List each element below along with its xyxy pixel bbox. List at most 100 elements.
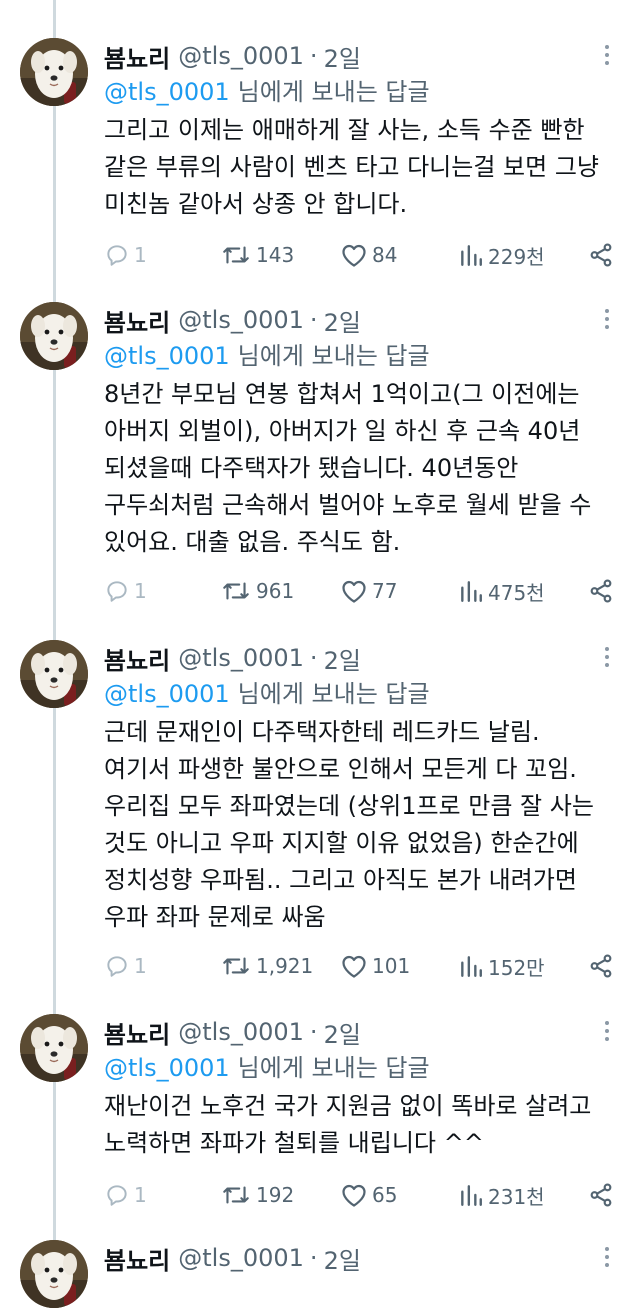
avatar[interactable]: [20, 302, 88, 370]
retweet-count: 961: [256, 579, 295, 603]
share-button[interactable]: [588, 574, 618, 608]
views-count: 152만: [488, 955, 545, 980]
tweet-text-line: 아버지 외벌이), 아버지가 일 하신 후 근속 40년: [104, 417, 581, 445]
timestamp[interactable]: 2일: [324, 303, 361, 338]
retweet-button[interactable]: 143: [220, 238, 294, 272]
avatar[interactable]: [20, 38, 88, 106]
timestamp[interactable]: 2일: [324, 1015, 361, 1050]
tweet-text-line: 되셨을때 다주택자가 됐습니다. 40년동안: [104, 454, 519, 482]
tweet-text: 8년간 부모님 연봉 합쳐서 1억이고(그 이전에는 아버지 외벌이), 아버지…: [104, 376, 618, 561]
display-name[interactable]: 뵴뇨리: [104, 303, 170, 338]
like-button[interactable]: 77: [340, 574, 397, 608]
display-name[interactable]: 뵴뇨리: [104, 1015, 170, 1050]
reply-suffix: 님에게 보내는 답글: [237, 342, 430, 370]
reply-icon: [107, 581, 127, 602]
retweet-icon: [223, 246, 249, 264]
share-button[interactable]: [588, 238, 618, 272]
reply-count: 1: [134, 1183, 147, 1207]
user-handle[interactable]: @tls_0001: [178, 306, 304, 334]
tweet-text-line: 8년간 부모님 연봉 합쳐서 1억이고(그 이전에는: [104, 380, 580, 408]
timestamp[interactable]: 2일: [324, 39, 361, 74]
retweet-button[interactable]: 192: [220, 1178, 294, 1212]
retweet-count: 1,921: [256, 954, 314, 978]
reply-icon: [107, 1185, 127, 1206]
replying-to: @tls_0001 님에게 보내는 답글: [104, 74, 618, 110]
timestamp[interactable]: 2일: [324, 641, 361, 676]
reply-count: 1: [134, 954, 147, 978]
reply-mention-link[interactable]: @tls_0001: [104, 78, 230, 106]
reply-count: 1: [134, 243, 147, 267]
user-handle[interactable]: @tls_0001: [178, 644, 304, 672]
separator: ·: [309, 42, 318, 70]
like-icon: [342, 244, 366, 267]
reply-button[interactable]: 1: [104, 949, 147, 983]
avatar[interactable]: [20, 1014, 88, 1082]
avatar[interactable]: [20, 1240, 88, 1308]
tweet-text-line: 구두쇠처럼 근속해서 벌어야 노후로 월세 받을 수: [104, 491, 592, 519]
display-name[interactable]: 뵴뇨리: [104, 641, 170, 676]
replying-to: @tls_0001 님에게 보내는 답글: [104, 676, 618, 712]
reply-mention-link[interactable]: @tls_0001: [104, 680, 230, 708]
like-count: 77: [372, 579, 398, 603]
reply-button[interactable]: 1: [104, 1178, 147, 1212]
reply-button[interactable]: 1: [104, 238, 147, 272]
reply-count: 1: [134, 579, 147, 603]
tweet-text-line: 재난이건 노후건 국가 지원금 없이 똑바로 살려고: [104, 1092, 592, 1120]
share-button[interactable]: [588, 1178, 618, 1212]
tweet-text: 그리고 이제는 애매하게 잘 사는, 소득 수준 빤한 같은 부류의 사람이 벤…: [104, 112, 618, 223]
retweet-button[interactable]: 1,921: [220, 949, 313, 983]
reply-mention-link[interactable]: @tls_0001: [104, 342, 230, 370]
display-name[interactable]: 뵴뇨리: [104, 39, 170, 74]
tweet-text-line: 노력하면 좌파가 철퇴를 내립니다 ^^: [104, 1129, 484, 1157]
share-icon: [590, 954, 612, 978]
dog-avatar-icon: [20, 640, 88, 708]
share-button[interactable]: [588, 949, 618, 983]
retweet-count: 143: [256, 243, 295, 267]
action-bar: 1 961 77 475천: [104, 574, 618, 608]
tweet-header: 뵴뇨리 @tls_0001 · 2일: [104, 640, 618, 676]
like-count: 84: [372, 243, 398, 267]
retweet-icon: [223, 1186, 249, 1204]
tweet-text-line: 우파 좌파 문제로 싸움: [104, 903, 326, 931]
reply-button[interactable]: 1: [104, 574, 147, 608]
tweet-text: 근데 문재인이 다주택자한테 레드카드 날림. 여기서 파생한 불안으로 인해서…: [104, 714, 618, 936]
separator: ·: [309, 1018, 318, 1046]
views-button[interactable]: 152만: [458, 949, 545, 983]
user-handle[interactable]: @tls_0001: [178, 42, 304, 70]
share-icon: [590, 243, 612, 267]
views-count: 475천: [488, 580, 545, 605]
views-button[interactable]: 231천: [458, 1178, 545, 1212]
like-count: 65: [372, 1183, 398, 1207]
views-button[interactable]: 475천: [458, 574, 545, 608]
more-icon[interactable]: [602, 42, 612, 70]
views-button[interactable]: 229천: [458, 238, 545, 272]
display-name[interactable]: 뵴뇨리: [104, 1241, 170, 1276]
tweet-header: 뵴뇨리 @tls_0001 · 2일: [104, 302, 618, 338]
replying-to: @tls_0001 님에게 보내는 답글: [104, 338, 618, 374]
more-icon[interactable]: [602, 644, 612, 672]
user-handle[interactable]: @tls_0001: [178, 1018, 304, 1046]
like-count: 101: [372, 954, 411, 978]
action-bar: 1 1,921 101 152만: [104, 949, 618, 983]
reply-mention-link[interactable]: @tls_0001: [104, 1054, 230, 1082]
tweet-text-line: 것도 아니고 우파 지지할 이유 없었음) 한순간에: [104, 829, 579, 857]
more-icon[interactable]: [602, 1018, 612, 1046]
reply-suffix: 님에게 보내는 답글: [237, 680, 430, 708]
like-icon: [342, 1184, 366, 1207]
like-button[interactable]: 65: [340, 1178, 397, 1212]
timestamp[interactable]: 2일: [324, 1241, 361, 1276]
tweet-text-line: 같은 부류의 사람이 벤츠 타고 다니는걸 보면 그냥: [104, 153, 600, 181]
retweet-button[interactable]: 961: [220, 574, 294, 608]
replying-to: @tls_0001 님에게 보내는 답글: [104, 1050, 618, 1086]
avatar[interactable]: [20, 640, 88, 708]
like-button[interactable]: 84: [340, 238, 397, 272]
reply-icon: [107, 956, 127, 977]
more-icon[interactable]: [602, 306, 612, 334]
tweet-header: 뵴뇨리 @tls_0001 · 2일: [104, 1014, 618, 1050]
more-icon[interactable]: [602, 1244, 612, 1272]
separator: ·: [309, 1244, 318, 1272]
views-icon: [461, 245, 482, 266]
dog-avatar-icon: [20, 1014, 88, 1082]
like-button[interactable]: 101: [340, 949, 410, 983]
user-handle[interactable]: @tls_0001: [178, 1244, 304, 1272]
